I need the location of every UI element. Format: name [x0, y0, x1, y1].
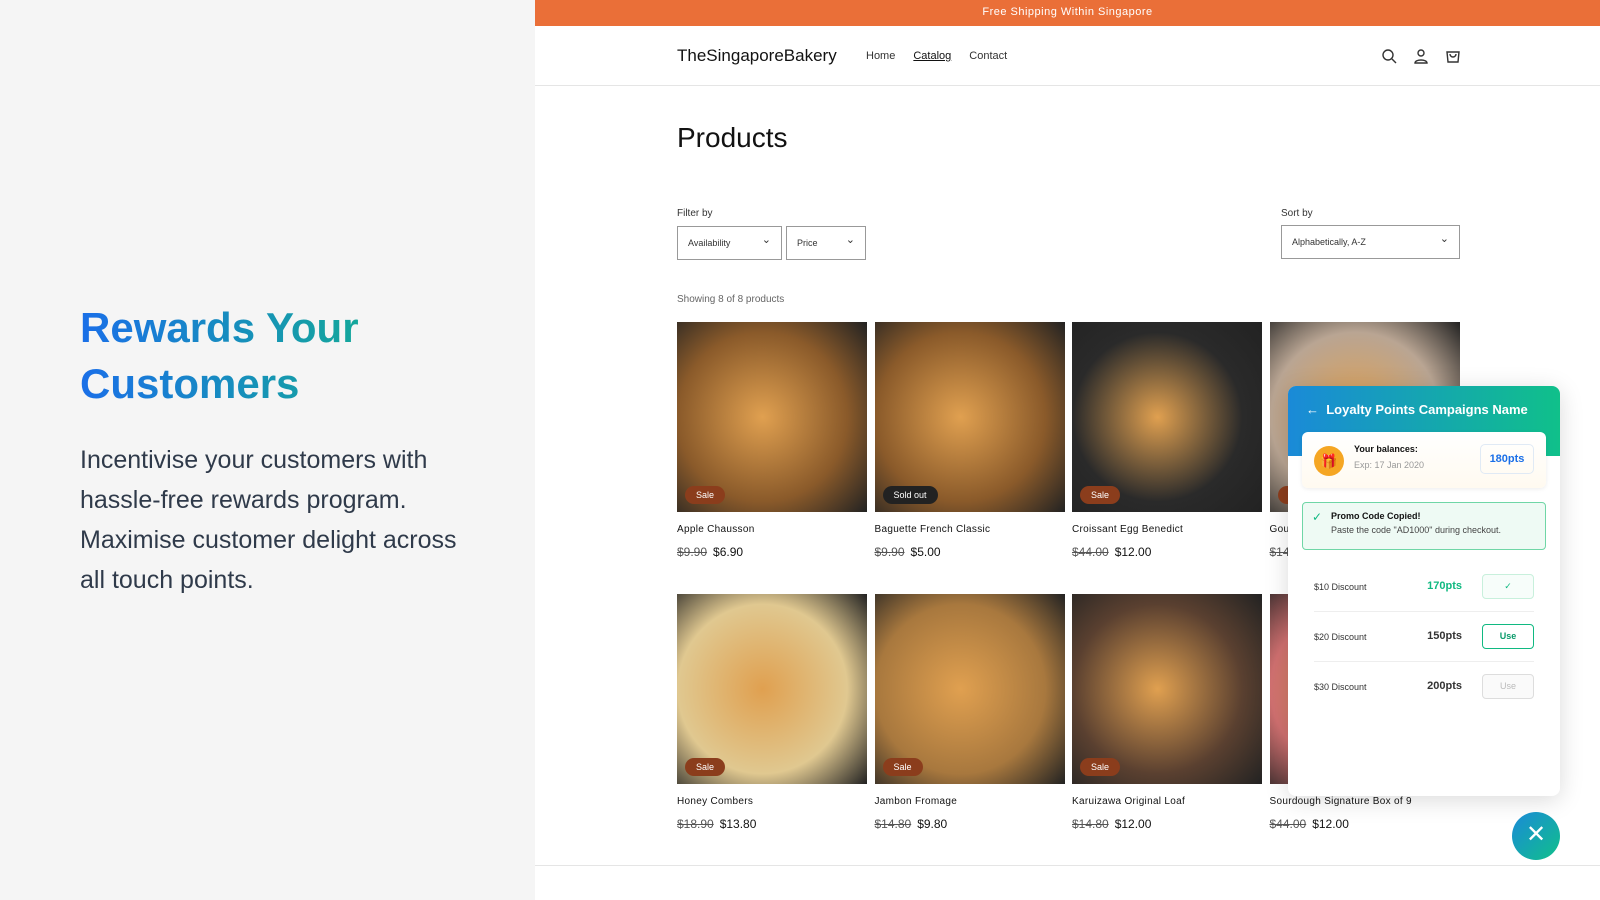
filter-label: Filter by — [677, 208, 713, 219]
promo-text: Paste the code "AD1000" during checkout. — [1331, 525, 1501, 535]
close-widget-button[interactable]: ✕ — [1512, 812, 1560, 860]
balance-label: Your balances: — [1354, 444, 1418, 454]
store-logo[interactable]: TheSingaporeBakery — [677, 46, 837, 66]
back-arrow-icon[interactable]: ← — [1306, 402, 1319, 417]
reward-name: $30 Discount — [1314, 682, 1367, 692]
gift-icon: 🎁 — [1314, 446, 1344, 476]
search-icon[interactable] — [1381, 48, 1397, 64]
product-card[interactable]: Sale Honey Combers $18.90 $13.80 — [677, 594, 867, 831]
product-image[interactable]: Sale — [1072, 594, 1262, 784]
sale-price: $5.00 — [910, 545, 941, 559]
reward-points: 200pts — [1427, 680, 1462, 692]
reward-row: $10 Discount 170pts ✓ — [1314, 562, 1534, 612]
nav-catalog[interactable]: Catalog — [913, 50, 951, 62]
check-circle-icon: ✓ — [1312, 510, 1323, 524]
product-badge: Sale — [1080, 486, 1121, 504]
original-price: $18.90 — [677, 817, 714, 831]
product-card[interactable]: Sale Croissant Egg Benedict $44.00 $12.00 — [1072, 322, 1262, 559]
product-badge: Sold out — [882, 486, 938, 504]
product-image[interactable]: Sale — [1072, 322, 1262, 512]
original-price: $44.00 — [1072, 545, 1109, 559]
product-image[interactable]: Sale — [677, 322, 867, 512]
sort-select[interactable]: Alphabetically, A-Z — [1281, 223, 1460, 259]
reward-points: 170pts — [1427, 580, 1462, 592]
header: TheSingaporeBakery Home Catalog Contact — [535, 26, 1600, 86]
sale-price: $12.00 — [1312, 817, 1349, 831]
product-name[interactable]: Honey Combers — [677, 796, 867, 807]
product-name[interactable]: Baguette French Classic — [875, 524, 1065, 535]
hero-description: Incentivise your customers with hassle-f… — [80, 446, 457, 594]
product-count: Showing 8 of 8 products — [677, 294, 785, 305]
marketing-panel: Rewards Your Customers Incentivise your … — [0, 0, 535, 900]
reward-name: $10 Discount — [1314, 582, 1367, 592]
product-name[interactable]: Sourdough Signature Box of 9 — [1270, 796, 1460, 807]
sale-price: $12.00 — [1114, 817, 1152, 831]
loyalty-widget: ← Loyalty Points Campaigns Name 🎁 Your b… — [1288, 386, 1560, 796]
reward-row: $30 Discount 200pts Use — [1314, 662, 1534, 712]
account-icon[interactable] — [1413, 48, 1429, 64]
product-image[interactable]: Sale — [874, 594, 1065, 784]
product-card[interactable]: Sale Karuizawa Original Loaf $14.80 $12.0… — [1072, 594, 1262, 831]
use-reward-button[interactable]: Use — [1482, 624, 1534, 649]
original-price: $9.90 — [874, 545, 905, 559]
product-name[interactable]: Karuizawa Original Loaf — [1072, 796, 1262, 807]
use-reward-button[interactable]: Use — [1482, 674, 1534, 699]
sale-price: $9.80 — [917, 817, 948, 831]
product-badge: Sale — [1080, 758, 1121, 776]
product-image[interactable]: Sold out — [874, 322, 1065, 512]
original-price: $14.80 — [1072, 817, 1109, 831]
product-name[interactable]: Croissant Egg Benedict — [1072, 524, 1262, 535]
widget-title: Loyalty Points Campaigns Name — [1326, 402, 1528, 417]
promo-title: Promo Code Copied! — [1331, 511, 1421, 521]
product-card[interactable]: Sale Jambon Fromage $14.80 $9.80 — [874, 594, 1065, 831]
reward-points: 150pts — [1427, 630, 1462, 642]
original-price: $44.00 — [1269, 817, 1307, 831]
product-badge: Sale — [685, 486, 726, 504]
promo-alert: ✓ Promo Code Copied! Paste the code "AD1… — [1302, 502, 1546, 550]
balance-card: 🎁 Your balances: Exp: 17 Jan 2020 180pts — [1302, 432, 1546, 488]
original-price: $14 — [1269, 545, 1290, 559]
reward-name: $20 Discount — [1314, 632, 1367, 642]
page-title: Products — [677, 122, 788, 153]
balance-points: 180pts — [1480, 444, 1534, 474]
reward-row: $20 Discount 150pts Use — [1314, 612, 1534, 662]
sale-price: $12.00 — [1114, 545, 1152, 559]
announcement-banner: Free Shipping Within Singapore — [535, 0, 1600, 26]
price-filter[interactable]: Price — [786, 224, 866, 260]
availability-filter[interactable]: Availability — [677, 224, 782, 260]
hero-title: Rewards Your Customers — [80, 300, 420, 412]
product-card[interactable]: Sold out Baguette French Classic $9.90 $5… — [874, 322, 1065, 559]
product-name[interactable]: Apple Chausson — [677, 524, 867, 535]
nav-contact[interactable]: Contact — [969, 50, 1007, 62]
divider — [535, 865, 1600, 866]
sort-label: Sort by — [1281, 208, 1313, 219]
sale-price: $6.90 — [713, 545, 744, 559]
product-name[interactable]: Jambon Fromage — [875, 796, 1065, 807]
product-badge: Sale — [685, 758, 726, 776]
sale-price: $13.80 — [719, 817, 757, 831]
product-badge: Sale — [882, 758, 923, 776]
use-reward-button[interactable]: ✓ — [1482, 574, 1534, 599]
cart-icon[interactable] — [1445, 48, 1461, 64]
original-price: $9.90 — [677, 545, 708, 559]
nav-home[interactable]: Home — [866, 50, 895, 62]
product-card[interactable]: Sale Apple Chausson $9.90 $6.90 — [677, 322, 867, 559]
expiry-date: Exp: 17 Jan 2020 — [1354, 460, 1425, 470]
product-image[interactable]: Sale — [677, 594, 867, 784]
original-price: $14.80 — [874, 817, 912, 831]
